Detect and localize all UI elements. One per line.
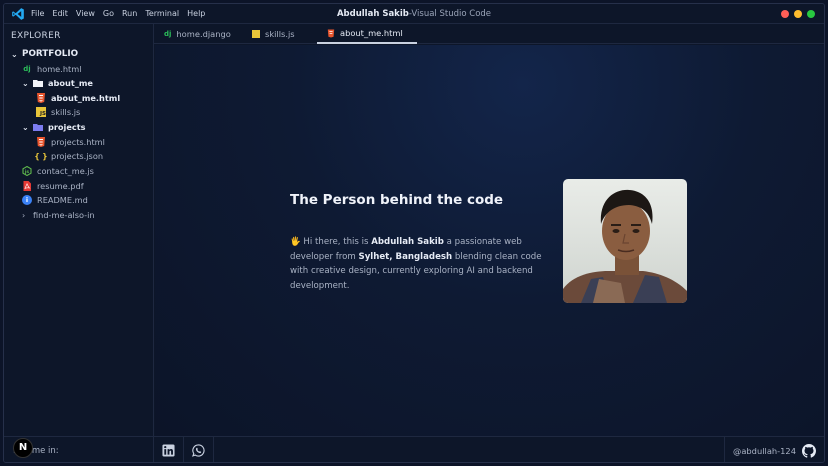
tab-home-django[interactable]: dj home.django [154, 24, 242, 44]
menu-bar: File Edit View Go Run Terminal Help [31, 9, 205, 18]
html-icon [37, 93, 45, 103]
tree-item-label: contact_me.js [37, 166, 94, 176]
json-icon: { } [34, 151, 48, 161]
tab-label: home.django [176, 29, 231, 39]
django-icon: dj [164, 30, 172, 38]
tab-label: skills.js [265, 29, 295, 39]
html-icon [37, 137, 45, 147]
tree-item-label: find-me-also-in [33, 210, 95, 220]
window-title-name: Abdullah Sakib [336, 9, 409, 19]
whatsapp-link[interactable] [184, 436, 214, 462]
tree-item-resume-pdf[interactable]: resume.pdf [22, 179, 84, 193]
title-bar: File Edit View Go Run Terminal Help Abdu… [4, 4, 824, 24]
bio-place: Sylhet, Bangladesh [358, 251, 453, 262]
tab-about-me-html[interactable]: about_me.html [317, 24, 417, 44]
github-icon [802, 443, 816, 458]
github-handle: @abdullah-124 [733, 445, 796, 456]
tree-item-projects-html[interactable]: projects.html [36, 135, 105, 149]
about-bio: 🖐 Hi there, this is Abdullah Sakib a pas… [290, 235, 545, 293]
github-link[interactable]: @abdullah-124 [724, 436, 824, 462]
tree-item-skills-js[interactable]: JS skills.js [36, 105, 80, 119]
folder-icon [33, 124, 43, 131]
menu-file[interactable]: File [31, 9, 44, 18]
tree-folder-about-me[interactable]: ⌄ about_me [22, 76, 93, 90]
chevron-right-icon: › [22, 210, 26, 220]
next-badge[interactable]: N [13, 437, 33, 458]
pdf-icon [23, 181, 31, 191]
tree-item-label: projects.html [51, 137, 105, 147]
chevron-down-icon: ⌄ [22, 78, 29, 88]
tree-item-readme-md[interactable]: i README.md [22, 193, 88, 207]
explorer-title: EXPLORER [11, 31, 61, 41]
menu-view[interactable]: View [76, 9, 95, 18]
tree-item-label: about_me.html [51, 93, 121, 103]
tree-item-label: skills.js [51, 107, 81, 117]
tree-item-find-me-also-in[interactable]: › find-me-also-in [22, 208, 95, 222]
html-icon [327, 29, 335, 37]
tree-item-label: resume.pdf [37, 181, 84, 191]
bio-name: Abdullah Sakib [371, 237, 444, 247]
tree-item-about-me-html[interactable]: about_me.html [36, 91, 120, 105]
folder-icon [33, 80, 43, 87]
bio-text: Hi there, this is [300, 237, 372, 247]
window-title-suffix: -Visual Studio Code [408, 9, 492, 19]
tree-folder-projects[interactable]: ⌄ projects [22, 120, 86, 134]
linkedin-icon [162, 444, 175, 457]
chevron-down-icon: ⌄ [22, 122, 29, 132]
minimize-dot[interactable] [794, 10, 802, 18]
close-dot[interactable] [781, 10, 789, 18]
vscode-window: File Edit View Go Run Terminal Help Abdu… [3, 3, 825, 463]
tree-item-home-html[interactable]: dj home.html [22, 62, 81, 76]
svg-text:js: js [24, 169, 30, 175]
editor-tabs: dj home.django skills.js about_me.html [154, 24, 824, 44]
linkedin-link[interactable] [154, 436, 184, 462]
info-icon: i [22, 195, 32, 205]
menu-go[interactable]: Go [103, 9, 114, 18]
tree-root-portfolio[interactable]: ⌄ PORTFOLIO [11, 47, 78, 61]
window-controls [781, 10, 815, 18]
explorer-sidebar: EXPLORER ⌄ PORTFOLIO dj home.html ⌄ abou… [4, 24, 154, 436]
about-heading: The Person behind the code [290, 192, 504, 208]
maximize-dot[interactable] [807, 10, 815, 18]
tree-item-label: projects.json [51, 151, 104, 161]
wave-emoji: 🖐 [290, 237, 301, 247]
editor-area: The Person behind the code 🖐 Hi there, t… [155, 45, 824, 436]
profile-photo [563, 179, 687, 303]
tree-item-label: about_me [48, 78, 93, 88]
tree-item-label: projects [48, 122, 86, 132]
django-icon: dj [23, 65, 31, 73]
node-icon: js [22, 166, 32, 176]
status-footer: find me in: N @abdullah-124 [4, 436, 824, 462]
tab-label: about_me.html [340, 28, 403, 38]
menu-run[interactable]: Run [122, 9, 137, 18]
js-icon: JS [36, 107, 46, 117]
tree-item-label: home.html [37, 64, 82, 74]
find-me-in: find me in: N [4, 436, 154, 462]
tree-root-label: PORTFOLIO [22, 49, 79, 59]
menu-edit[interactable]: Edit [52, 9, 68, 18]
js-icon [252, 30, 260, 38]
tree-item-projects-json[interactable]: { } projects.json [34, 149, 104, 163]
menu-terminal[interactable]: Terminal [145, 9, 179, 18]
whatsapp-icon [192, 444, 205, 457]
tree-item-label: README.md [37, 195, 88, 205]
tab-skills-js[interactable]: skills.js [242, 24, 317, 44]
tree-item-contact-me-js[interactable]: js contact_me.js [22, 164, 94, 178]
vscode-logo-icon [12, 7, 24, 20]
chevron-down-icon: ⌄ [11, 49, 18, 59]
menu-help[interactable]: Help [187, 9, 205, 18]
